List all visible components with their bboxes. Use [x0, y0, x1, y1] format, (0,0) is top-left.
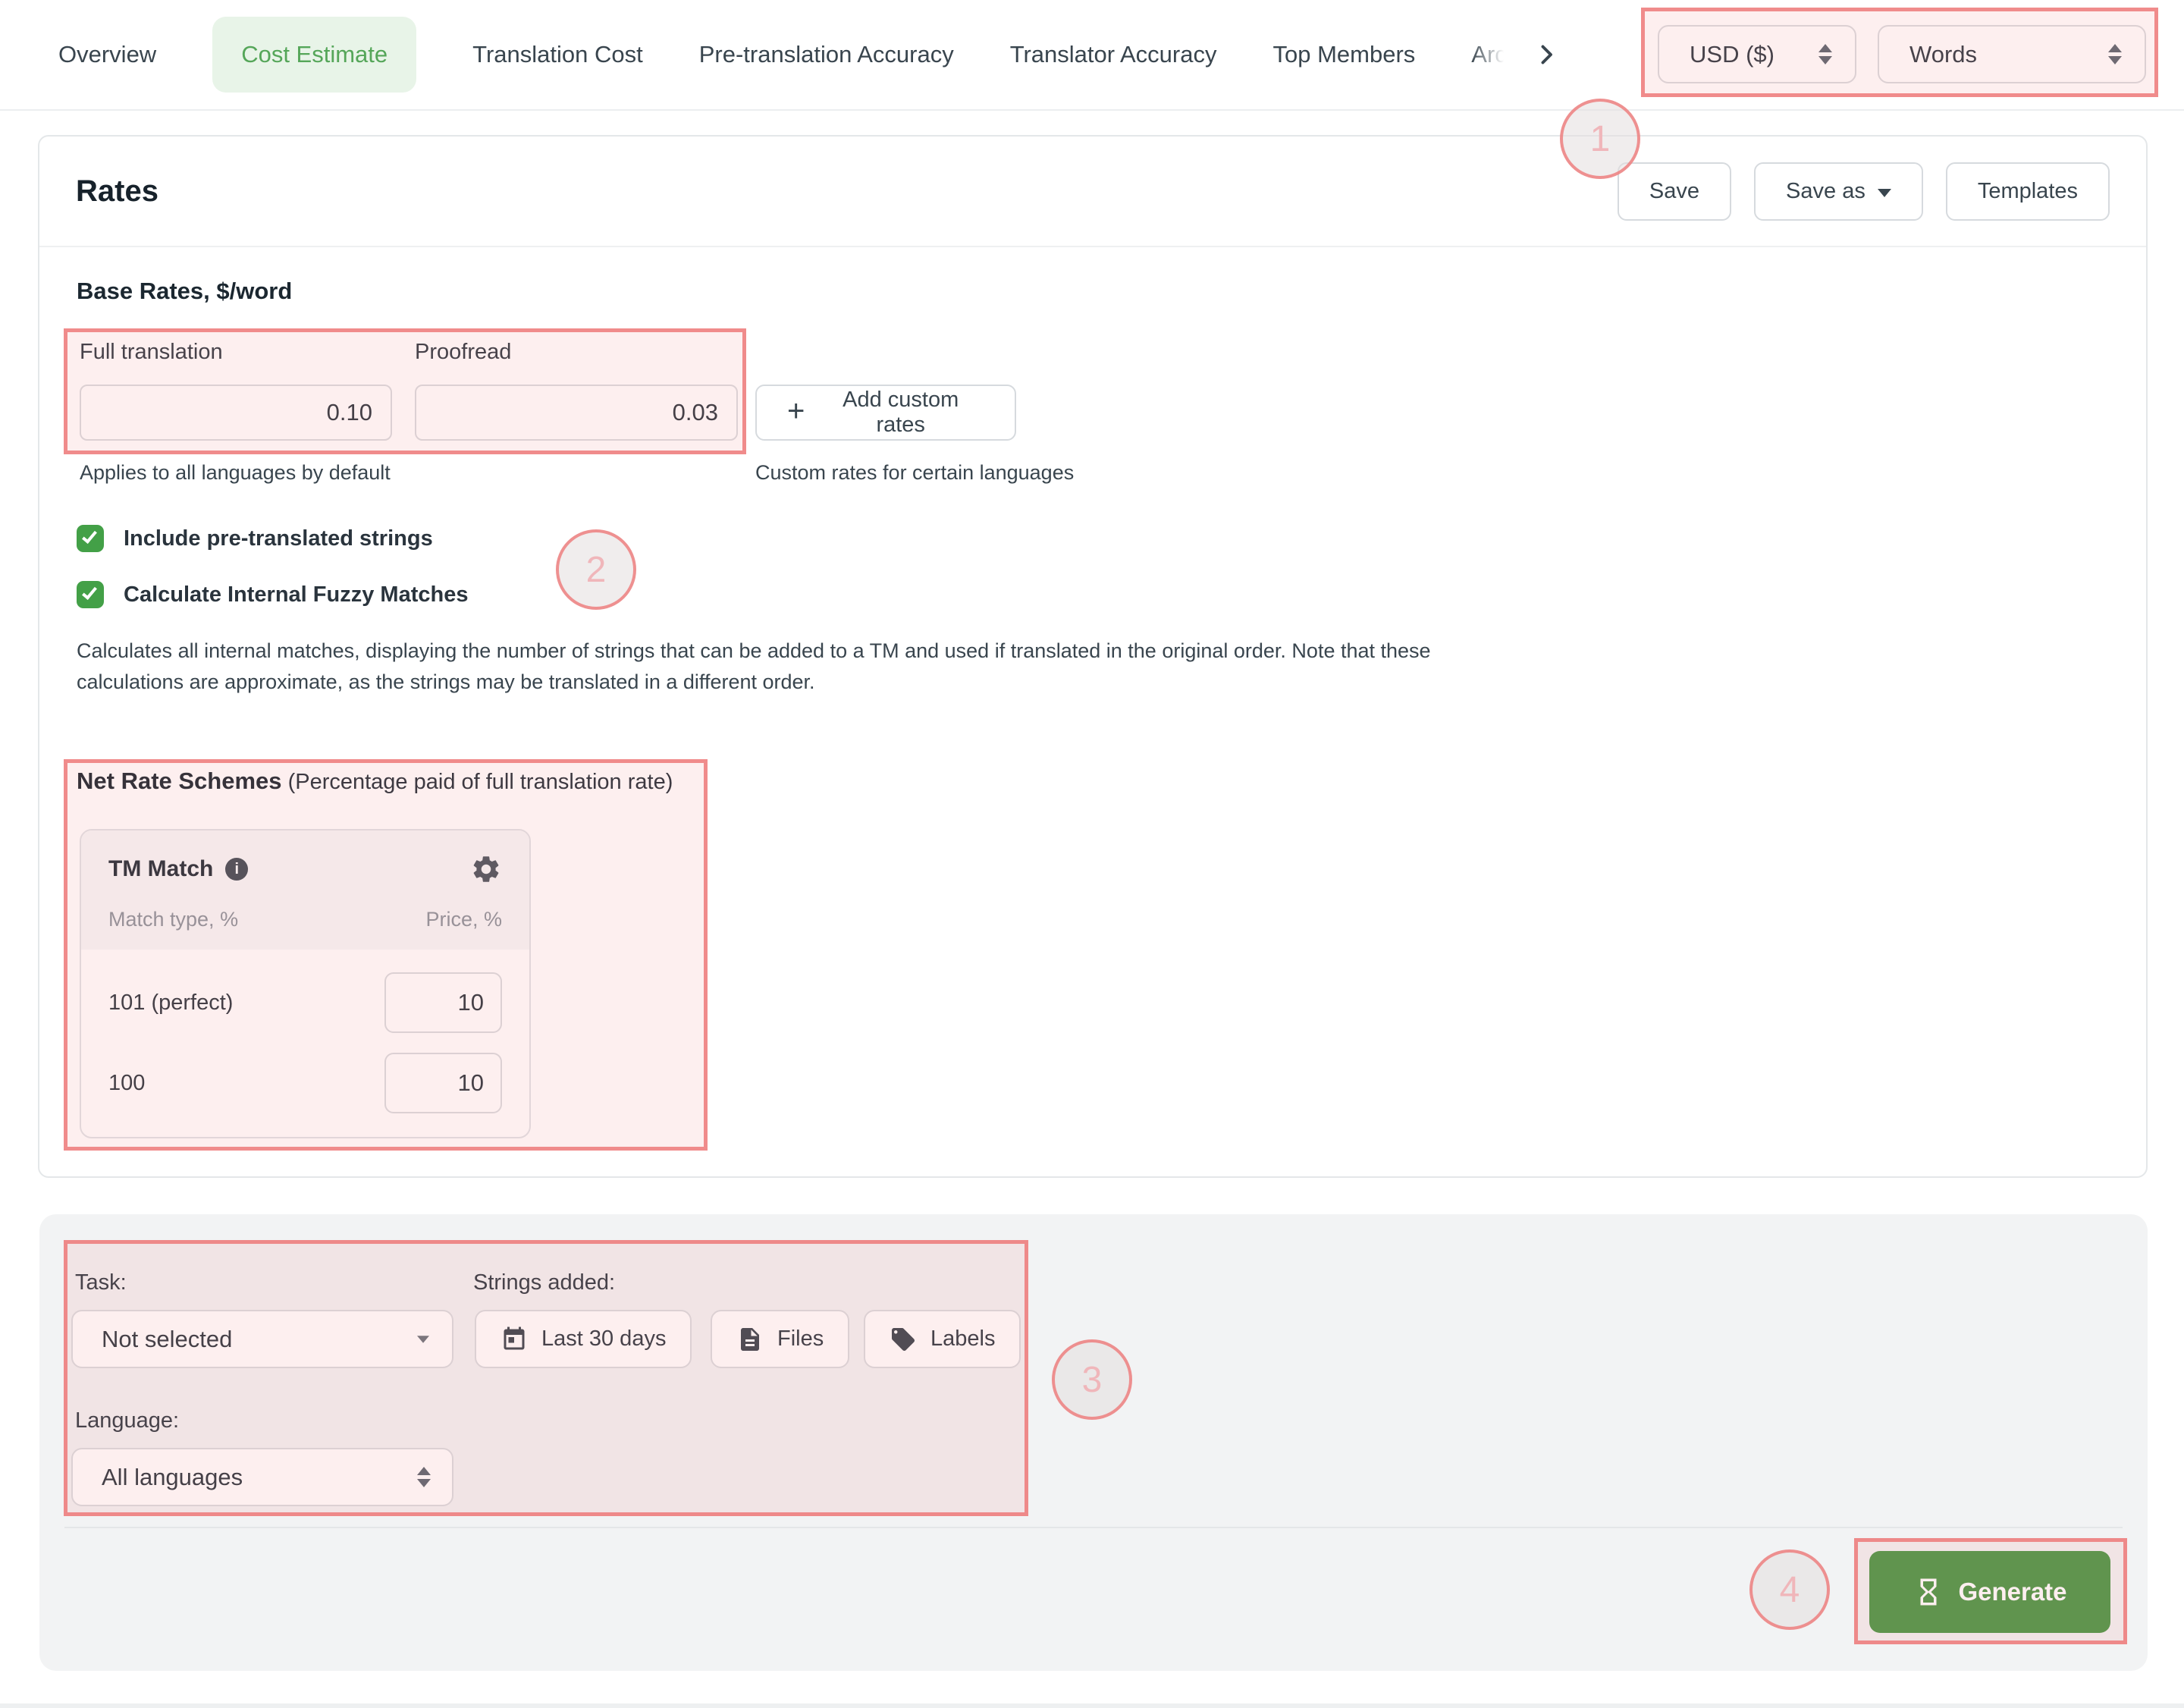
unit-select[interactable]: Words: [1878, 25, 2146, 83]
tab-translation-cost[interactable]: Translation Cost: [472, 41, 643, 68]
custom-rates-note: Custom rates for certain languages: [755, 461, 1074, 485]
page-title: Rates: [76, 174, 158, 209]
next-section-edge: [0, 1703, 2184, 1708]
proofread-label: Proofread: [415, 340, 511, 365]
tm-match-columns: Match type, % Price, %: [108, 908, 502, 931]
task-label: Task:: [75, 1270, 127, 1295]
save-as-button[interactable]: Save as: [1754, 162, 1923, 221]
rates-actions: Save Save as Templates: [1618, 162, 2110, 221]
tab-pre-translation-accuracy[interactable]: Pre-translation Accuracy: [699, 41, 954, 68]
add-custom-rates-button[interactable]: + Add custom rates: [755, 385, 1016, 441]
sort-updown-icon: [417, 1467, 431, 1487]
plus-icon: +: [787, 396, 805, 426]
check-icon: [82, 528, 97, 544]
chevron-right-icon: [1533, 41, 1560, 68]
check-icon: [82, 584, 97, 600]
strings-added-label: Strings added:: [473, 1270, 615, 1295]
templates-button[interactable]: Templates: [1946, 162, 2110, 221]
caret-down-icon: [1878, 189, 1891, 197]
tab-top-members[interactable]: Top Members: [1272, 41, 1415, 68]
match-type-label: 100: [108, 1071, 145, 1096]
tab-archive-truncated[interactable]: Arc: [1471, 41, 1507, 68]
tab-overview[interactable]: Overview: [58, 41, 156, 68]
generate-report-panel: Task: Not selected Strings added: Last 3…: [39, 1214, 2148, 1671]
base-rates-note: Applies to all languages by default: [80, 461, 391, 485]
sort-updown-icon: [1818, 44, 1832, 64]
calendar-icon: [500, 1326, 528, 1353]
unit-select-value: Words: [1909, 41, 1977, 68]
language-label: Language:: [75, 1408, 179, 1433]
info-icon[interactable]: i: [225, 858, 248, 881]
labels-filter-button[interactable]: Labels: [864, 1310, 1021, 1368]
tabs: Overview Cost Estimate Translation Cost …: [58, 17, 1560, 93]
currency-select[interactable]: USD ($): [1658, 25, 1856, 83]
files-filter-button[interactable]: Files: [711, 1310, 849, 1368]
net-rate-schemes-title: Net Rate Schemes: [77, 768, 282, 794]
tab-cost-estimate[interactable]: Cost Estimate: [212, 17, 416, 93]
table-row: 101 (perfect): [108, 972, 502, 1033]
price-column-label: Price, %: [425, 908, 502, 931]
checkbox-label: Include pre-translated strings: [124, 526, 433, 551]
full-translation-label: Full translation: [80, 340, 223, 365]
fuzzy-matches-description: Calculates all internal matches, display…: [77, 636, 1517, 698]
full-translation-rate-input[interactable]: [80, 385, 392, 441]
base-rates-heading: Base Rates, $/word: [77, 278, 292, 305]
calculate-fuzzy-matches-checkbox[interactable]: Calculate Internal Fuzzy Matches: [77, 581, 468, 608]
currency-select-value: USD ($): [1690, 41, 1774, 68]
file-icon: [736, 1326, 764, 1353]
net-rate-schemes-subtitle: (Percentage paid of full translation rat…: [288, 770, 673, 794]
task-select-value: Not selected: [102, 1326, 232, 1353]
net-rate-schemes-heading: Net Rate Schemes (Percentage paid of ful…: [77, 768, 673, 795]
checkbox-checked[interactable]: [77, 581, 104, 608]
table-row: 100: [108, 1053, 502, 1113]
tab-translator-accuracy[interactable]: Translator Accuracy: [1010, 41, 1217, 68]
tabs-scroll-right-button[interactable]: [1533, 41, 1560, 68]
checkbox-checked[interactable]: [77, 525, 104, 552]
strings-added-date-filter-button[interactable]: Last 30 days: [475, 1310, 692, 1368]
gear-icon[interactable]: [470, 853, 502, 885]
match-100-price-input[interactable]: [384, 1053, 502, 1113]
match-type-label: 101 (perfect): [108, 991, 233, 1016]
report-tabs-bar: Overview Cost Estimate Translation Cost …: [0, 0, 2184, 111]
match-type-column-label: Match type, %: [108, 908, 238, 931]
tag-icon: [890, 1326, 917, 1353]
proofread-rate-input[interactable]: [415, 385, 738, 441]
include-pretranslated-checkbox[interactable]: Include pre-translated strings: [77, 525, 433, 552]
caret-down-icon: [417, 1336, 429, 1343]
match-101-price-input[interactable]: [384, 972, 502, 1033]
tm-match-rows: 101 (perfect) 100: [81, 950, 529, 1113]
task-select[interactable]: Not selected: [71, 1310, 453, 1368]
tm-match-title: TM Match i: [108, 856, 248, 882]
language-select[interactable]: All languages: [71, 1448, 453, 1506]
save-button[interactable]: Save: [1618, 162, 1731, 221]
tm-match-card: TM Match i Match type, % Price, % 101 (p…: [80, 829, 531, 1138]
language-select-value: All languages: [102, 1464, 243, 1491]
hourglass-icon: [1913, 1576, 1944, 1608]
panel-divider: [64, 1527, 2123, 1528]
checkbox-label: Calculate Internal Fuzzy Matches: [124, 582, 468, 608]
rates-card: Rates Save Save as Templates Base Rates,…: [38, 135, 2148, 1178]
rates-card-header: Rates Save Save as Templates: [39, 137, 2146, 247]
generate-button[interactable]: Generate: [1869, 1551, 2110, 1633]
sort-updown-icon: [2108, 44, 2122, 64]
tm-match-header: TM Match i Match type, % Price, %: [81, 830, 529, 950]
cost-estimate-page: Overview Cost Estimate Translation Cost …: [0, 0, 2184, 1708]
